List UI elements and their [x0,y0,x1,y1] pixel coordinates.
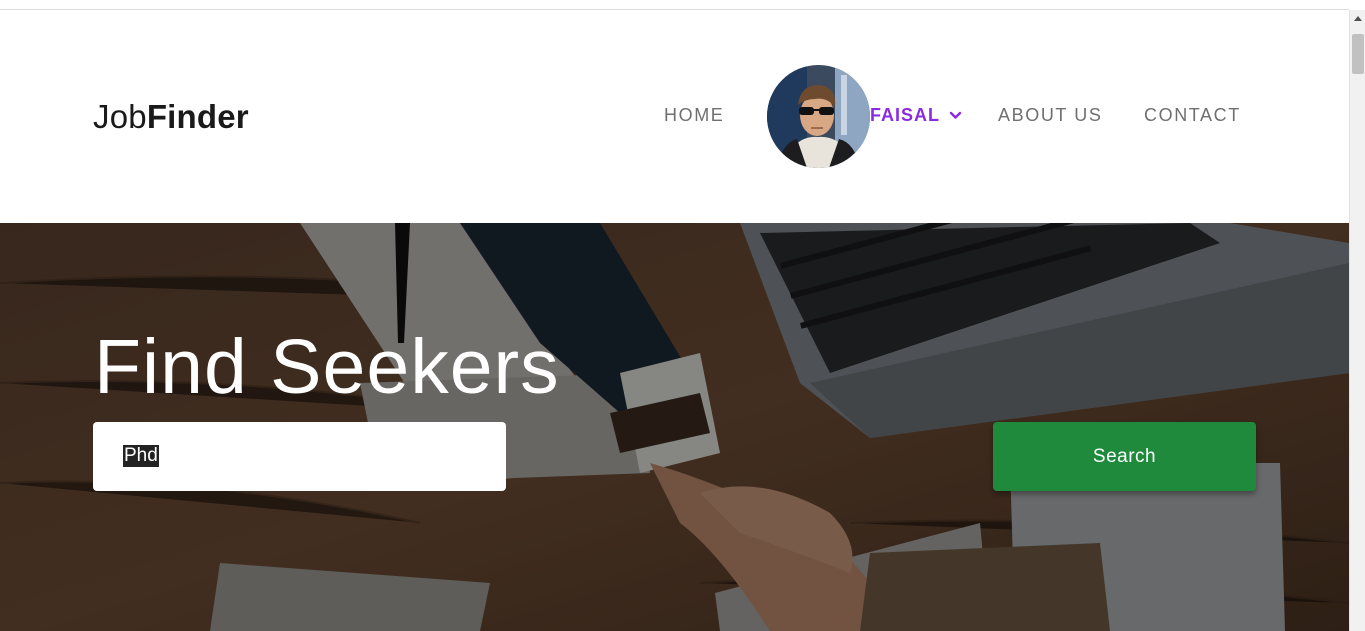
user-menu-name[interactable]: FAISAL [870,105,940,126]
navbar: JobFinder HOME FAISAL ABOUT US CONTACT [0,10,1349,223]
scroll-up-arrow-icon[interactable] [1354,16,1362,21]
hero-title: Find Seekers [94,324,560,410]
user-avatar[interactable] [767,65,870,168]
hero-section: Find Seekers Phd Search [0,223,1349,631]
search-button[interactable]: Search [993,422,1256,491]
nav-contact-link[interactable]: CONTACT [1144,105,1241,126]
browser-top-line [0,0,1349,10]
brand-logo-light: Job [93,98,147,135]
page-scrollbar[interactable] [1349,10,1365,631]
avatar-photo-icon [767,65,870,168]
search-input-value: Phd [123,445,159,467]
chevron-down-icon[interactable] [949,109,962,122]
brand-logo-bold: Finder [146,98,249,135]
nav-about-link[interactable]: ABOUT US [998,105,1103,126]
brand-logo[interactable]: JobFinder [93,98,249,136]
scrollbar-thumb[interactable] [1352,34,1364,74]
nav-home-link[interactable]: HOME [664,105,724,126]
search-input[interactable]: Phd [93,422,506,491]
